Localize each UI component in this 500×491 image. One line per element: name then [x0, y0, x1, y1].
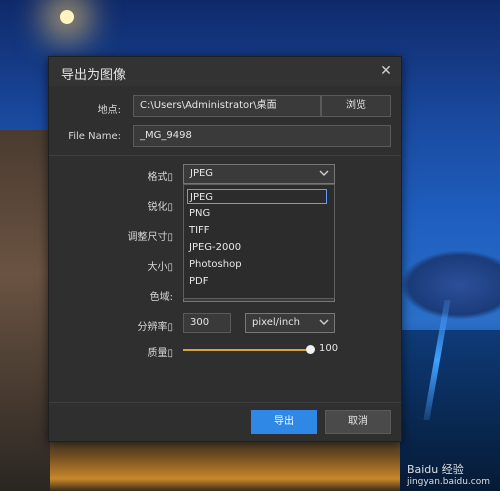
format-option[interactable]: PDF	[189, 274, 329, 289]
watermark-sub: jingyan.baidu.com	[406, 477, 490, 487]
filename-label: File Name:	[68, 131, 121, 142]
filename-field[interactable]: _MG_9498	[133, 125, 391, 147]
resolution-unit-value: pixel/inch	[252, 317, 300, 328]
separator	[49, 155, 401, 156]
browse-button[interactable]: 浏览	[321, 95, 391, 117]
dialog-titlebar: 导出为图像 ✕	[49, 57, 401, 86]
quality-slider-handle[interactable]	[306, 345, 315, 354]
format-option[interactable]: JPEG	[187, 189, 327, 204]
quality-value: 100	[319, 343, 339, 354]
resize-label: 调整尺寸▯	[127, 232, 173, 243]
separator	[49, 402, 401, 403]
resolution-unit-select[interactable]: pixel/inch	[245, 313, 335, 333]
cancel-button[interactable]: 取消	[325, 410, 391, 434]
close-icon[interactable]: ✕	[377, 62, 395, 80]
location-field[interactable]: C:\Users\Administrator\桌面	[133, 95, 321, 117]
export-image-dialog: 导出为图像 ✕ 地点: C:\Users\Administrator\桌面 浏览…	[48, 56, 402, 442]
format-option[interactable]: JPEG-2000	[189, 240, 329, 255]
format-option[interactable]: Photoshop	[189, 257, 329, 272]
street-lamp	[60, 10, 74, 24]
watermark-main: Baidu 经验	[406, 463, 464, 476]
size-label: 大小▯	[147, 262, 173, 273]
format-select-value: JPEG	[190, 168, 214, 179]
sharpen-label: 锐化▯	[147, 202, 173, 213]
resolution-label: 分辨率▯	[137, 322, 173, 333]
format-option[interactable]: TIFF	[189, 223, 329, 238]
format-label: 格式▯	[147, 172, 173, 183]
watermark: Baidu 经验 jingyan.baidu.com	[407, 461, 490, 487]
quality-slider-track[interactable]	[183, 349, 311, 351]
export-button[interactable]: 导出	[251, 410, 317, 434]
background-bridge-left	[0, 130, 52, 491]
location-label: 地点:	[97, 105, 121, 116]
chevron-down-icon	[319, 319, 329, 325]
format-select[interactable]: JPEG	[183, 164, 335, 184]
format-dropdown-list: JPEG PNG TIFF JPEG-2000 Photoshop PDF	[183, 184, 335, 299]
format-option[interactable]: PNG	[189, 206, 329, 221]
background-clouds	[400, 250, 500, 320]
chevron-down-icon	[319, 170, 329, 176]
color-space-label: 色域:	[149, 292, 173, 303]
dialog-title: 导出为图像	[61, 68, 127, 83]
quality-label: 质量▯	[147, 348, 173, 359]
resolution-input[interactable]: 300	[183, 313, 231, 333]
